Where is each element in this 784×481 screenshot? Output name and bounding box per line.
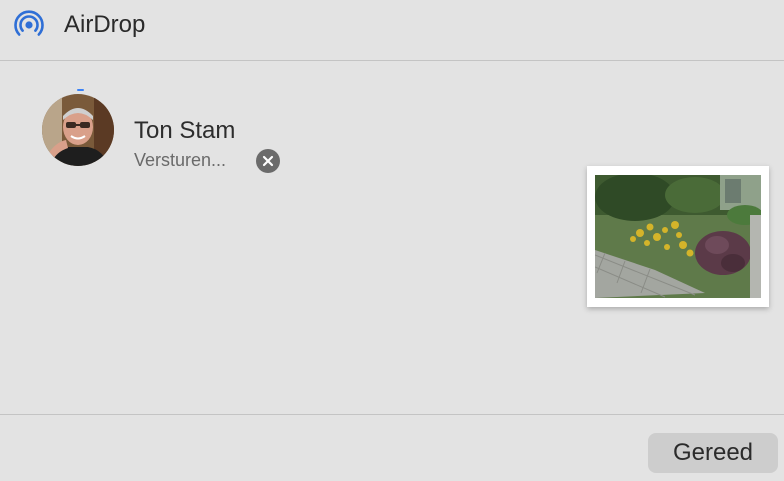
avatar bbox=[42, 94, 114, 166]
transfer-status: Versturen... bbox=[134, 150, 227, 170]
footer: Gereed bbox=[0, 414, 784, 481]
airdrop-icon bbox=[11, 8, 47, 42]
header: AirDrop bbox=[0, 0, 784, 61]
attachment-thumbnail bbox=[587, 166, 769, 307]
window-title: AirDrop bbox=[64, 11, 146, 38]
cancel-transfer-button[interactable] bbox=[256, 149, 280, 173]
close-icon bbox=[262, 155, 274, 167]
progress-indicator bbox=[77, 89, 84, 91]
done-button[interactable]: Gereed bbox=[648, 433, 778, 473]
recipient-name: Ton Stam bbox=[134, 117, 236, 144]
garden-photo bbox=[595, 175, 761, 298]
